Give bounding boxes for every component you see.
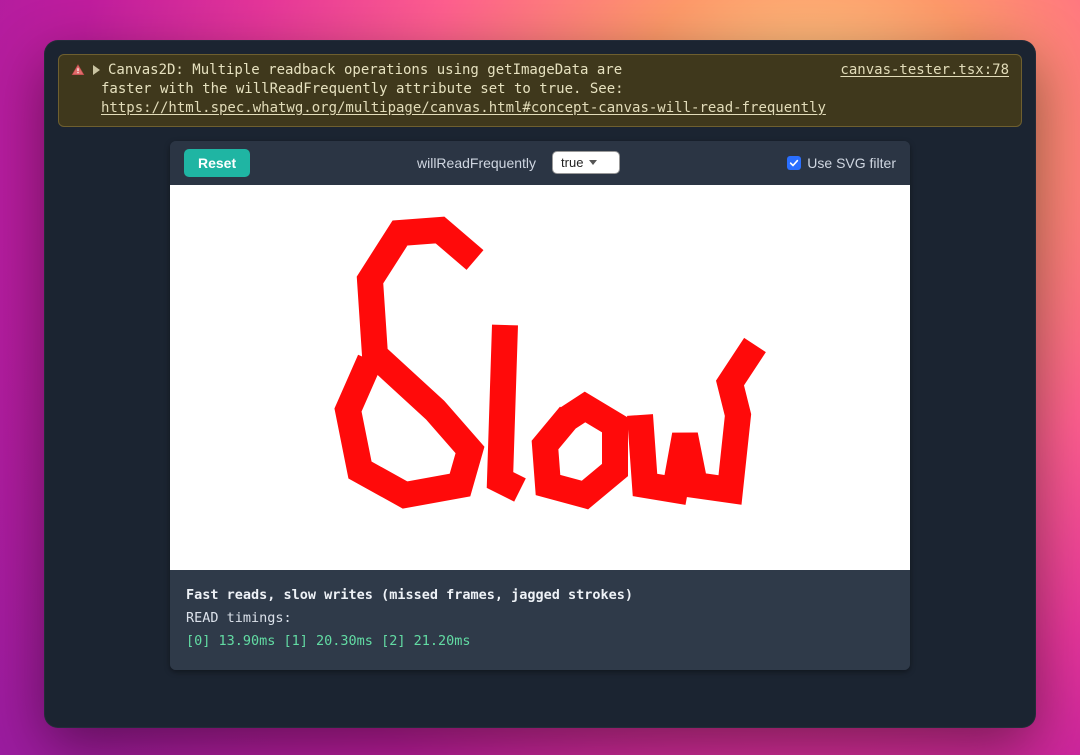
disclosure-triangle-icon[interactable] [93, 65, 100, 75]
console-warning: canvas-tester.tsx:78 Canvas2D: Multiple … [58, 54, 1022, 127]
wrf-label: willReadFrequently [417, 155, 536, 171]
wrf-select-value: true [561, 155, 583, 170]
tester-panel: Reset willReadFrequently true Use SVG fi… [170, 141, 910, 671]
svg-filter-toggle[interactable]: Use SVG filter [787, 155, 896, 171]
app-window: canvas-tester.tsx:78 Canvas2D: Multiple … [44, 40, 1036, 728]
wrf-select[interactable]: true [552, 151, 620, 174]
console-source-link[interactable]: canvas-tester.tsx:78 [840, 61, 1009, 80]
svg-filter-label: Use SVG filter [807, 155, 896, 171]
output-title: Fast reads, slow writes (missed frames, … [186, 584, 894, 607]
chevron-down-icon [589, 160, 597, 165]
check-icon [789, 158, 799, 168]
drawing-canvas[interactable] [170, 185, 910, 570]
toolbar: Reset willReadFrequently true Use SVG fi… [170, 141, 910, 185]
drawn-strokes [170, 185, 910, 570]
reset-button[interactable]: Reset [184, 149, 250, 177]
console-warning-text-2: faster with the willReadFrequently attri… [101, 81, 624, 97]
svg-filter-checkbox[interactable] [787, 156, 801, 170]
warning-icon [71, 63, 85, 77]
output-panel: Fast reads, slow writes (missed frames, … [170, 570, 910, 671]
timing-samples: [0] 13.90ms [1] 20.30ms [2] 21.20ms [186, 630, 894, 653]
timings-label: READ timings: [186, 607, 894, 630]
console-warning-link[interactable]: https://html.spec.whatwg.org/multipage/c… [101, 100, 826, 116]
